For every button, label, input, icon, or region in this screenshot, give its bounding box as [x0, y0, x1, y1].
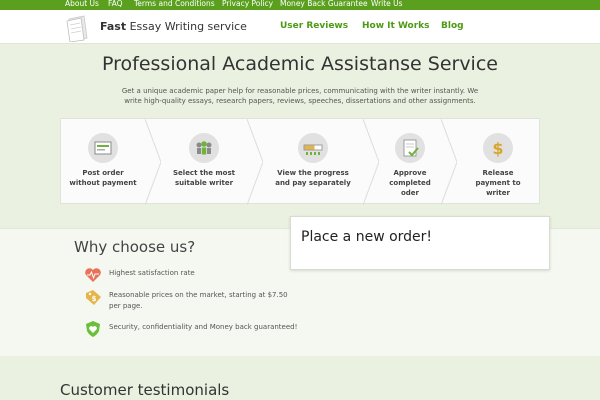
site-header: Fast Essay Writing service User Reviews … [0, 10, 600, 44]
logo-bold-text: Fast [100, 20, 127, 33]
step-separator [441, 119, 457, 205]
step-separator [145, 119, 161, 205]
site-logo[interactable]: Fast Essay Writing service [100, 20, 247, 33]
why-item-text: Reasonable prices on the market, startin… [109, 291, 288, 310]
why-item-text: Highest satisfaction rate [109, 269, 195, 277]
page-title: Professional Academic Assistanse Service [102, 53, 498, 75]
nav-how-it-works[interactable]: How It Works [362, 21, 430, 31]
shield-heart-icon [86, 321, 100, 337]
place-order-box[interactable]: Place a new order! [290, 216, 550, 270]
step-label: Release payment to writer [475, 169, 521, 197]
step-view-progress: View the progress and pay separately [263, 119, 363, 205]
why-item-text: Security, confidentiality and Money back… [109, 323, 298, 331]
order-form-icon [88, 133, 118, 163]
svg-text:$: $ [92, 295, 97, 303]
price-tag-icon: $ [86, 290, 101, 305]
step-label: View the progress and pay separately [275, 169, 351, 187]
step-approve: Approve completed oder [379, 119, 441, 205]
approve-document-icon [395, 133, 425, 163]
step-separator [363, 119, 379, 205]
progress-icon [298, 133, 328, 163]
terms-link[interactable]: Terms and Conditions [134, 0, 215, 9]
write-us-link[interactable]: Write Us [371, 0, 403, 9]
privacy-policy-link[interactable]: Privacy Policy [222, 0, 273, 9]
top-navigation-bar: About Us FAQ Terms and Conditions Privac… [0, 0, 600, 10]
step-label: Post order without payment [69, 169, 137, 187]
process-steps: Post order without payment Select the mo… [60, 118, 540, 205]
step-post-order: Post order without payment [61, 119, 145, 205]
writers-icon [189, 133, 219, 163]
faq-link[interactable]: FAQ [108, 0, 123, 9]
place-order-title: Place a new order! [301, 229, 433, 245]
heart-icon [85, 268, 101, 282]
nav-user-reviews[interactable]: User Reviews [280, 21, 348, 31]
step-label: Select the most suitable writer [173, 169, 235, 187]
hero-description: Get a unique academic paper help for rea… [121, 87, 479, 105]
money-back-link[interactable]: Money Back Guarantee [280, 0, 368, 9]
about-us-link[interactable]: About Us [65, 0, 99, 9]
testimonials-title: Customer testimonials [60, 381, 230, 399]
nav-blog[interactable]: Blog [441, 21, 464, 31]
step-release-payment: $ Release payment to writer [457, 119, 539, 205]
logo-rest-text: Essay Writing service [129, 20, 247, 33]
paper-logo-icon [66, 15, 88, 42]
svg-text:$: $ [492, 139, 503, 158]
step-label: Approve completed oder [389, 169, 431, 197]
step-separator [247, 119, 263, 205]
dollar-icon: $ [483, 133, 513, 163]
step-select-writer: Select the most suitable writer [161, 119, 247, 205]
why-choose-us-title: Why choose us? [74, 238, 196, 256]
